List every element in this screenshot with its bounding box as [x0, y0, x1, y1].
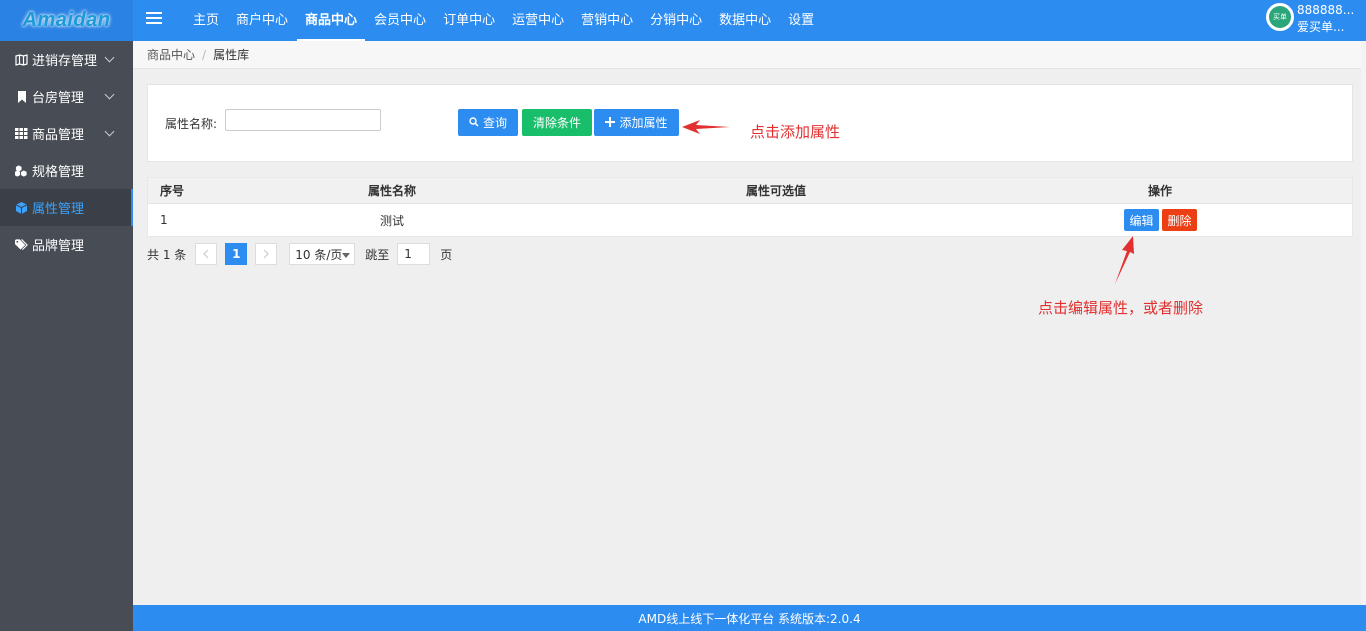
nav-order-center[interactable]: 订单中心: [435, 0, 503, 41]
sidebar-item-label: 商品管理: [32, 128, 85, 143]
breadcrumb-current: 属性库: [213, 48, 250, 62]
attribute-name-label: 属性名称:: [165, 117, 218, 131]
sidebar-item-products[interactable]: 商品管理: [0, 115, 133, 152]
page-suffix-label: 页: [440, 247, 453, 262]
jump-page-input[interactable]: 1: [397, 243, 431, 265]
scrollbar[interactable]: [1361, 41, 1366, 605]
clear-button-label: 清除条件: [532, 116, 581, 130]
page-size-select[interactable]: 10 条/页: [289, 243, 356, 265]
menu-toggle-icon[interactable]: [146, 12, 162, 28]
user-info[interactable]: 888888... 爱买单...: [1297, 2, 1354, 36]
breadcrumb-parent[interactable]: 商品中心: [147, 46, 195, 63]
total-count: 共 1 条: [147, 247, 187, 262]
chevron-left-icon: [203, 249, 209, 259]
top-nav: 主页 商户中心 商品中心 会员中心 订单中心 运营中心 营销中心 分销中心 数据…: [185, 0, 823, 41]
annotation-arrow-left-icon: [682, 120, 730, 134]
cubes-icon: [15, 164, 28, 177]
chevron-down-icon: [104, 52, 115, 63]
cube-icon: [15, 201, 28, 214]
avatar-logo: 买单: [1269, 6, 1291, 28]
chevron-down-icon: [104, 126, 115, 137]
nav-marketing-center[interactable]: 营销中心: [573, 0, 641, 41]
pagination: 共 1 条 1 10 条/页 跳至 1 页: [147, 243, 452, 265]
column-header-name: 属性名称: [368, 184, 417, 198]
table-row: 1 测试 编辑 删除: [148, 204, 1352, 236]
sidebar-item-attributes[interactable]: 属性管理: [0, 189, 133, 226]
map-icon: [15, 53, 28, 66]
page-button-current[interactable]: 1: [225, 243, 248, 265]
chevron-right-icon: [263, 249, 270, 259]
user-menu[interactable]: 买单 888888... 爱买单...: [1266, 2, 1354, 40]
nav-member-center[interactable]: 会员中心: [366, 0, 434, 41]
jump-label: 跳至: [365, 247, 390, 262]
table-header: 序号 属性名称 属性可选值 操作: [148, 178, 1352, 204]
attribute-name-input[interactable]: [225, 109, 381, 131]
column-header-values: 属性可选值: [746, 184, 807, 198]
sidebar-item-specs[interactable]: 规格管理: [0, 152, 133, 189]
row-attribute-name: 测试: [380, 213, 405, 228]
top-header: Amaidan 主页 商户中心 商品中心 会员中心 订单中心 运营中心 营销中心…: [0, 0, 1366, 41]
search-icon: [469, 116, 479, 130]
annotation-edit-hint: 点击编辑属性，或者删除: [1038, 299, 1204, 317]
clear-conditions-button[interactable]: 清除条件: [522, 109, 592, 136]
grid-icon: [15, 128, 28, 140]
chevron-down-icon: [104, 89, 115, 100]
add-button-label: 添加属性: [619, 116, 668, 130]
nav-product-center[interactable]: 商品中心: [297, 0, 366, 41]
avatar[interactable]: 买单: [1266, 3, 1294, 31]
sidebar-item-tables[interactable]: 台房管理: [0, 78, 133, 115]
nav-merchant-center[interactable]: 商户中心: [228, 0, 296, 41]
sidebar-item-label: 属性管理: [32, 202, 85, 217]
breadcrumb-separator: /: [202, 47, 207, 62]
sidebar-item-brands[interactable]: 品牌管理: [0, 226, 133, 263]
sidebar: 进销存管理 台房管理 商品管理 规格管理 属性管理 品牌管理: [0, 41, 133, 631]
breadcrumb: 商品中心 / 属性库: [133, 41, 1366, 69]
footer: AMD线上线下一体化平台 系统版本:2.0.4: [133, 605, 1366, 631]
tags-icon: [15, 238, 28, 251]
prev-page-button[interactable]: [195, 243, 218, 265]
sidebar-item-label: 品牌管理: [32, 239, 85, 254]
column-header-index: 序号: [160, 184, 185, 198]
attribute-table: 序号 属性名称 属性可选值 操作 1 测试 编辑 删除: [147, 177, 1353, 237]
user-id: 888888...: [1297, 3, 1355, 17]
nav-settings[interactable]: 设置: [780, 0, 822, 41]
plus-icon: [605, 116, 616, 130]
search-button-label: 查询: [482, 116, 507, 130]
annotation-add-hint: 点击添加属性: [750, 123, 841, 141]
sidebar-item-inventory[interactable]: 进销存管理: [0, 41, 133, 78]
search-button[interactable]: 查询: [458, 109, 518, 136]
nav-home[interactable]: 主页: [185, 0, 227, 41]
add-attribute-button[interactable]: 添加属性: [594, 109, 679, 136]
nav-data-center[interactable]: 数据中心: [711, 0, 779, 41]
store-name: 爱买单...: [1297, 20, 1345, 34]
logo[interactable]: Amaidan: [0, 0, 133, 41]
nav-distribution-center[interactable]: 分销中心: [642, 0, 710, 41]
delete-button[interactable]: 删除: [1162, 209, 1197, 231]
sidebar-item-label: 规格管理: [32, 165, 85, 180]
next-page-button[interactable]: [255, 243, 278, 265]
annotation-arrow-up-icon: [1115, 236, 1134, 284]
sidebar-item-label: 进销存管理: [32, 54, 98, 69]
row-index: 1: [160, 213, 168, 227]
sidebar-item-label: 台房管理: [32, 91, 85, 106]
caret-down-icon: [342, 253, 351, 258]
edit-button[interactable]: 编辑: [1124, 209, 1159, 231]
nav-operation-center[interactable]: 运营中心: [504, 0, 572, 41]
page-size-value: 10 条/页: [295, 247, 343, 262]
column-header-actions: 操作: [1148, 184, 1173, 198]
bookmark-icon: [15, 90, 28, 103]
